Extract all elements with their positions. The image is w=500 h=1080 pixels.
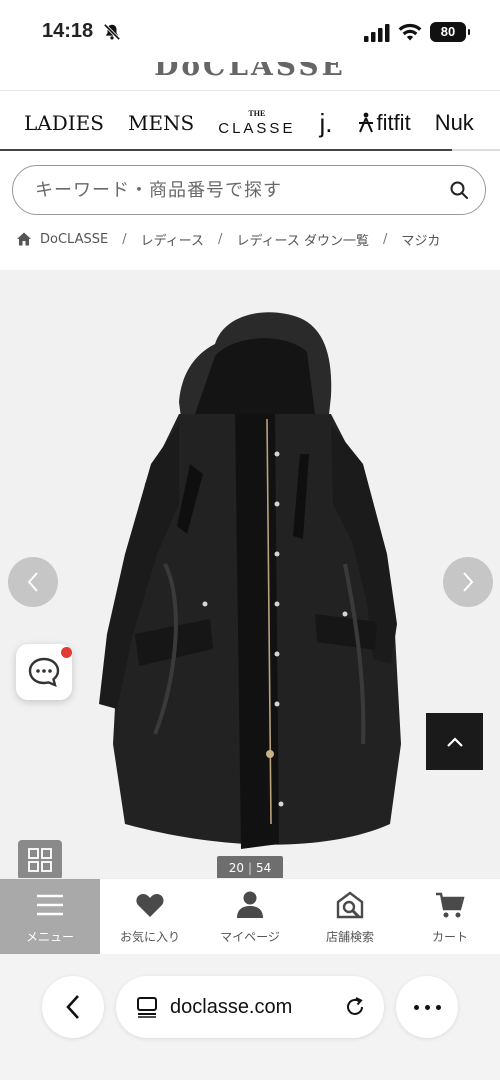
notification-dot [61, 647, 72, 658]
brand-mens[interactable]: MENS [128, 111, 194, 135]
cart-icon [436, 892, 465, 917]
site-logo[interactable]: DoCLASSE [0, 44, 500, 92]
tab-store-search-label: 店舗検索 [325, 929, 374, 944]
status-time: 14:18 [42, 20, 94, 42]
grid-view-button[interactable] [18, 840, 62, 880]
breadcrumb-item-current[interactable]: マジカ [401, 230, 440, 249]
user-icon [237, 891, 263, 918]
brand-nav-scroll-track [452, 149, 500, 151]
brand-nav-scroll-indicator [0, 149, 452, 151]
address-bar[interactable]: doclasse.com [116, 976, 384, 1038]
fitfit-logo-icon [359, 112, 374, 133]
more-icon-dot [435, 1004, 441, 1010]
tab-menu[interactable]: メニュー [0, 879, 100, 955]
grid-icon [28, 848, 52, 872]
image-counter-divider: | [247, 861, 253, 875]
tab-favorites[interactable]: お気に入り [100, 879, 200, 955]
tab-cart-label: カート [431, 929, 468, 944]
more-icon-dot [424, 1004, 430, 1010]
chevron-right-icon [463, 572, 474, 592]
tab-favorites-label: お気に入り [119, 929, 180, 944]
brand-nuk[interactable]: Nuk [435, 110, 474, 136]
tab-mypage[interactable]: マイページ [200, 879, 300, 955]
tab-store-search[interactable]: 店舗検索 [300, 879, 400, 955]
image-counter-current: 20 [228, 861, 244, 875]
brand-ladies[interactable]: LADIES [24, 111, 104, 135]
breadcrumb-separator: / [122, 231, 127, 247]
tab-menu-label: メニュー [25, 929, 74, 944]
brand-the-classe[interactable]: THE CLASSE [218, 109, 296, 137]
menu-icon [37, 894, 63, 915]
browser-toolbar: doclasse.com [0, 954, 500, 1080]
chevron-left-icon [27, 572, 38, 592]
bell-muted-icon [103, 23, 121, 41]
brand-the-classe-name: CLASSE [218, 120, 296, 137]
breadcrumb-separator: / [218, 231, 223, 247]
breadcrumb-separator: / [383, 231, 388, 247]
breadcrumb: DoCLASSE / レディース / レディース ダウン一覧 / マジカ [16, 226, 500, 252]
brand-fitfit-label: fitfit [376, 110, 411, 135]
reload-icon[interactable] [344, 996, 366, 1018]
image-counter: 20 | 54 [217, 856, 283, 880]
tab-mypage-label: マイページ [220, 929, 280, 944]
product-image-coat [99, 312, 401, 849]
search-input[interactable] [35, 179, 425, 201]
home-icon [17, 232, 31, 246]
breadcrumb-item-ladies[interactable]: レディース [141, 230, 204, 249]
signal-icon [364, 24, 390, 42]
divider [0, 90, 500, 91]
gallery-next-button[interactable] [443, 557, 493, 607]
product-gallery[interactable]: 20 | 54 [0, 270, 500, 880]
more-icon-dot [413, 1004, 419, 1010]
browser-back-button[interactable] [42, 976, 104, 1038]
url-text: doclasse.com [170, 995, 293, 1018]
breadcrumb-item-home[interactable]: DoCLASSE [40, 232, 108, 247]
chevron-up-icon [446, 736, 463, 747]
brand-j[interactable]: j. [319, 108, 332, 139]
image-counter-total: 54 [256, 861, 272, 875]
browser-more-button[interactable] [396, 976, 458, 1038]
page-settings-icon [137, 997, 157, 1018]
breadcrumb-item-down-list[interactable]: レディース ダウン一覧 [236, 230, 369, 249]
store-search-icon [336, 891, 364, 918]
chat-icon [28, 657, 60, 687]
bottom-tab-bar: メニュー お気に入り マイページ 店舗検索 カート [0, 878, 500, 955]
heart-icon [136, 893, 164, 917]
brand-fitfit[interactable]: fitfit [356, 110, 411, 136]
search-bar [12, 165, 486, 215]
wifi-icon [398, 23, 422, 41]
battery-indicator: 80 [430, 22, 470, 42]
brand-nav: LADIES MENS THE CLASSE j. fitfit Nuk [0, 96, 500, 150]
chevron-left-icon [66, 995, 79, 1019]
tab-cart[interactable]: カート [400, 879, 500, 955]
search-icon[interactable] [449, 180, 469, 200]
back-to-top-button[interactable] [426, 713, 483, 770]
chat-button[interactable] [16, 644, 72, 700]
gallery-prev-button[interactable] [8, 557, 58, 607]
brand-the-classe-prefix: THE [248, 109, 266, 118]
